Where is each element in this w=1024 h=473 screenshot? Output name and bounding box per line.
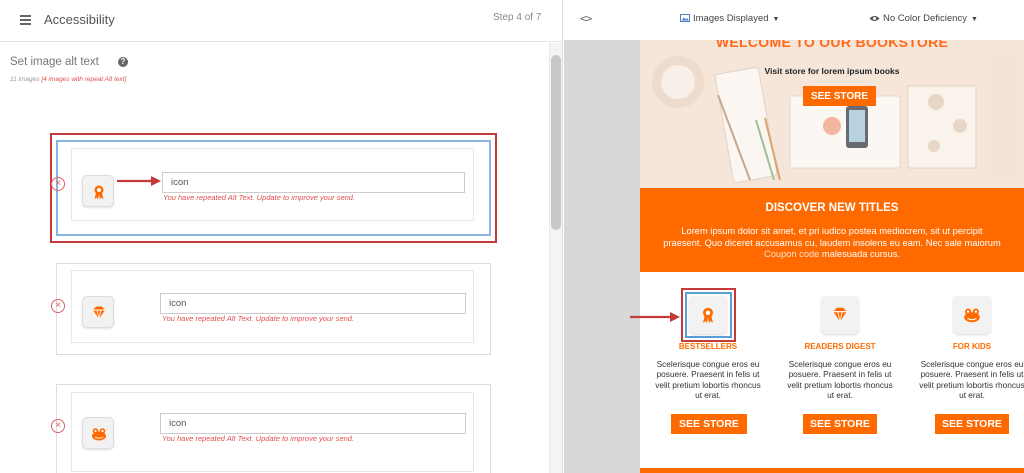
preview-toolbar: <> Images Displayed ▼ No Color Deficiency… bbox=[564, 0, 1024, 40]
scrollbar-thumb[interactable] bbox=[551, 55, 561, 230]
color-deficiency-label: No Color Deficiency bbox=[883, 13, 967, 24]
repeat-alt-warning: [4 images with repeat Alt text] bbox=[41, 76, 127, 83]
chevron-down-icon: ▼ bbox=[772, 16, 780, 23]
image-icon bbox=[680, 14, 690, 23]
images-displayed-dropdown[interactable]: Images Displayed ▼ bbox=[680, 13, 779, 24]
remove-icon[interactable]: × bbox=[51, 299, 65, 313]
product-see-store-button[interactable]: SEE STORE bbox=[671, 414, 747, 434]
product-title: BESTSELLERS bbox=[678, 342, 738, 351]
color-deficiency-dropdown[interactable]: No Color Deficiency ▼ bbox=[869, 13, 978, 24]
alt-text-list: Set image alt text ? 11 images [4 images… bbox=[0, 43, 549, 473]
alt-text-error: You have repeated Alt Text. Update to im… bbox=[162, 314, 355, 323]
discover-body: Lorem ipsum dolor sit amet, et pri iudic… bbox=[662, 226, 1002, 261]
ribbon-award-icon bbox=[82, 175, 114, 207]
accessibility-app: Accessibility Step 4 of 7 Set image alt … bbox=[0, 0, 1024, 473]
hero-title: WELCOME TO OUR BOOKSTORE bbox=[715, 40, 949, 50]
pointer-arrow-icon bbox=[117, 176, 161, 186]
discover-body-text: malesuada cursus. bbox=[819, 249, 900, 259]
alt-text-input[interactable] bbox=[160, 413, 466, 434]
images-displayed-label: Images Displayed bbox=[693, 13, 769, 24]
product-title: READERS DIGEST bbox=[804, 342, 876, 351]
section-title: Set image alt text bbox=[10, 56, 99, 68]
alt-text-error: You have repeated Alt Text. Update to im… bbox=[163, 193, 356, 202]
email-preview: WELCOME TO OUR BOOKSTORE Visit store for… bbox=[640, 40, 1024, 473]
coupon-code-link[interactable]: Coupon code bbox=[764, 249, 819, 259]
alt-text-panel: Accessibility Step 4 of 7 Set image alt … bbox=[0, 0, 563, 473]
frog-icon bbox=[82, 417, 114, 449]
help-icon[interactable]: ? bbox=[118, 57, 128, 67]
product-see-store-button[interactable]: SEE STORE bbox=[935, 414, 1009, 434]
product-description: Scelerisque congue eros eu posuere. Prae… bbox=[919, 359, 1024, 401]
diamond-icon bbox=[82, 296, 114, 328]
top-bar: Accessibility Step 4 of 7 bbox=[0, 0, 562, 42]
product-title: FOR KIDS bbox=[952, 342, 992, 351]
hero-subtitle: Visit store for lorem ipsum books bbox=[764, 66, 900, 76]
desk-photo-image bbox=[640, 40, 1024, 188]
hero-see-store-button[interactable]: SEE STORE bbox=[803, 86, 876, 106]
discover-title: DISCOVER NEW TITLES bbox=[765, 202, 899, 214]
chevron-down-icon: ▼ bbox=[970, 16, 978, 23]
app-title: Accessibility bbox=[44, 12, 115, 27]
footer-strip bbox=[640, 468, 1024, 473]
alt-text-error: You have repeated Alt Text. Update to im… bbox=[162, 434, 355, 443]
ribbon-award-icon bbox=[689, 296, 727, 334]
product-see-store-button[interactable]: SEE STORE bbox=[803, 414, 877, 434]
remove-icon[interactable]: × bbox=[51, 419, 65, 433]
image-count: 11 images [4 images with repeat Alt text… bbox=[10, 76, 126, 83]
discover-body-text: Lorem ipsum dolor sit amet, et pri iudic… bbox=[663, 226, 1001, 248]
code-view-toggle[interactable]: <> bbox=[580, 12, 592, 25]
hamburger-menu-icon[interactable] bbox=[20, 15, 31, 25]
alt-text-input[interactable] bbox=[160, 293, 466, 314]
image-count-label: 11 images bbox=[10, 76, 40, 83]
product-description: Scelerisque congue eros eu posuere. Prae… bbox=[655, 359, 761, 401]
product-description: Scelerisque congue eros eu posuere. Prae… bbox=[787, 359, 893, 401]
eye-icon bbox=[869, 15, 880, 21]
alt-text-input[interactable] bbox=[162, 172, 465, 193]
pointer-arrow-icon bbox=[630, 312, 680, 322]
hero-banner: WELCOME TO OUR BOOKSTORE Visit store for… bbox=[640, 40, 1024, 188]
frog-icon bbox=[953, 296, 991, 334]
email-preview-panel: <> Images Displayed ▼ No Color Deficiency… bbox=[564, 0, 1024, 473]
remove-icon[interactable]: × bbox=[51, 177, 65, 191]
discover-section: DISCOVER NEW TITLES Lorem ipsum dolor si… bbox=[640, 188, 1024, 272]
diamond-icon bbox=[821, 296, 859, 334]
step-indicator: Step 4 of 7 bbox=[493, 12, 542, 23]
